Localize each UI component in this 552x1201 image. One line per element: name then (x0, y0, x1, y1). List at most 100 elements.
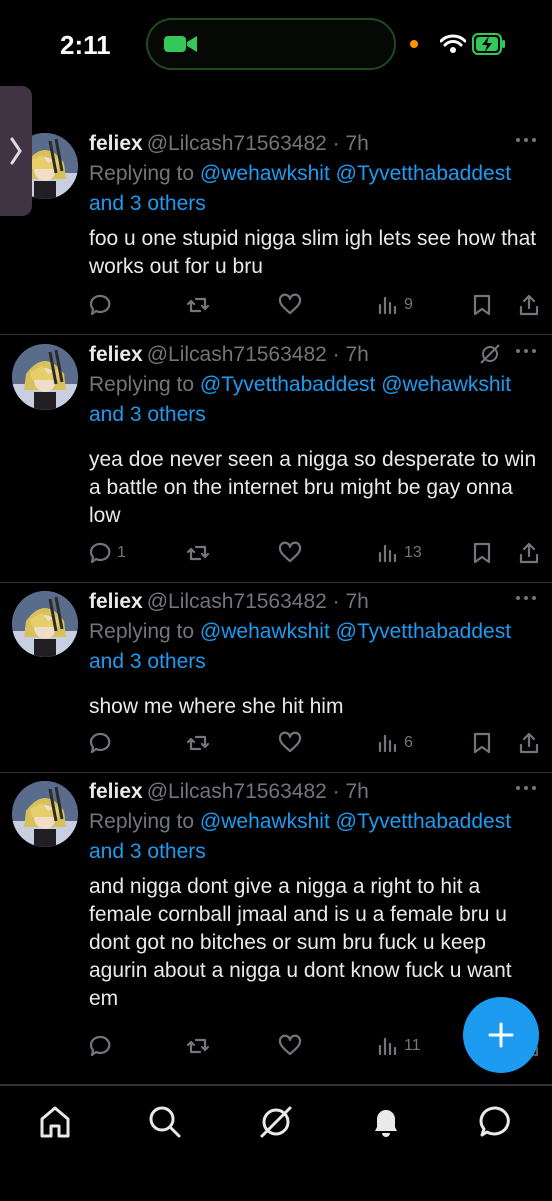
views-icon (378, 734, 397, 753)
reply-icon (89, 1035, 111, 1057)
handle-and-time: @Lilcash71563482 · 7h (146, 343, 369, 366)
like-icon (278, 541, 302, 563)
mention-link[interactable]: @Tyvetthabaddest (336, 810, 511, 833)
views-button[interactable]: 13 (376, 538, 422, 568)
reply-button[interactable] (89, 728, 117, 758)
battery-charging-icon (472, 33, 505, 55)
avatar[interactable] (12, 344, 78, 410)
like-button[interactable] (278, 538, 302, 568)
avatar-image (12, 781, 78, 847)
reply-button[interactable] (89, 1031, 117, 1061)
reply-button[interactable] (89, 290, 117, 320)
notifications-icon[interactable] (366, 1102, 406, 1142)
like-button[interactable] (278, 1031, 302, 1061)
tweet[interactable]: feliex @Lilcash71563482 · 7h Replying to @… (0, 583, 552, 773)
search-icon[interactable] (145, 1102, 185, 1142)
mention-link[interactable]: @wehawkshit (200, 162, 330, 185)
mention-link[interactable]: @wehawkshit (200, 810, 330, 833)
mention-link[interactable]: @Tyvetthabaddest (336, 620, 511, 643)
plus-icon (488, 1022, 514, 1048)
views-button[interactable]: 11 (376, 1031, 421, 1061)
views-icon (378, 544, 397, 563)
tweet-header: feliex @Lilcash71563482 · 7h (89, 129, 369, 159)
others-link[interactable]: and 3 others (89, 192, 206, 215)
bookmark-button[interactable] (470, 290, 494, 320)
facetime-call-indicator[interactable] (146, 18, 396, 70)
handle-and-time: @Lilcash71563482 · 7h (146, 132, 369, 155)
replying-to: Replying to @Tyvetthabaddest @wehawkshit… (89, 370, 541, 430)
others-link[interactable]: and 3 others (89, 840, 206, 863)
replying-to-label: Replying to (89, 620, 195, 643)
display-name[interactable]: feliex (89, 343, 143, 366)
mention-link[interactable]: @Tyvetthabaddest (336, 162, 511, 185)
view-count: 9 (404, 296, 413, 313)
views-button[interactable]: 9 (376, 290, 413, 320)
more-options-icon[interactable] (514, 135, 538, 145)
retweet-button[interactable] (186, 538, 210, 568)
mention-link[interactable]: @wehawkshit (381, 373, 511, 396)
tweet-header: feliex @Lilcash71563482 · 7h (89, 340, 369, 370)
mention-link[interactable]: @wehawkshit (200, 620, 330, 643)
reply-count: 1 (117, 544, 126, 561)
reply-icon (89, 542, 111, 564)
view-count: 11 (404, 1037, 421, 1054)
views-icon (378, 1037, 397, 1056)
share-button[interactable] (517, 728, 541, 758)
like-button[interactable] (278, 290, 302, 320)
tweet[interactable]: feliex @Lilcash71563482 · 7h Replying to @… (0, 125, 552, 335)
like-button[interactable] (278, 728, 302, 758)
share-button[interactable] (517, 290, 541, 320)
bookmark-button[interactable] (470, 538, 494, 568)
retweet-button[interactable] (186, 290, 210, 320)
bookmark-button[interactable] (470, 728, 494, 758)
views-icon (378, 296, 397, 315)
retweet-button[interactable] (186, 1031, 210, 1061)
avatar[interactable] (12, 781, 78, 847)
tweet-text: and nigga dont give a nigga a right to h… (89, 875, 512, 1010)
others-link[interactable]: and 3 others (89, 650, 206, 673)
mention-link[interactable]: @Tyvetthabaddest (200, 373, 375, 396)
tweet-actions: 9 (89, 290, 541, 320)
status-time: 2:11 (60, 30, 111, 60)
more-options-icon[interactable] (514, 783, 538, 793)
tweet-actions: 1 13 (89, 538, 541, 568)
side-drawer-handle[interactable] (0, 86, 32, 216)
avatar[interactable] (12, 591, 78, 657)
bookmark-icon (473, 542, 491, 564)
reply-button[interactable]: 1 (89, 538, 126, 568)
retweet-icon (186, 735, 210, 751)
avatar-image (12, 591, 78, 657)
grok-icon[interactable] (478, 342, 502, 366)
display-name[interactable]: feliex (89, 132, 143, 155)
display-name[interactable]: feliex (89, 780, 143, 803)
privacy-indicator (410, 40, 418, 48)
bookmark-icon (473, 732, 491, 754)
like-icon (278, 1034, 302, 1056)
tweet-text: foo u one stupid nigga slim igh lets see… (89, 227, 537, 278)
handle-and-time: @Lilcash71563482 · 7h (146, 780, 369, 803)
share-button[interactable] (517, 538, 541, 568)
more-options-icon[interactable] (514, 593, 538, 603)
messages-icon[interactable] (476, 1102, 516, 1142)
more-options-icon[interactable] (514, 346, 538, 356)
display-name[interactable]: feliex (89, 590, 143, 613)
others-link[interactable]: and 3 others (89, 403, 206, 426)
tweet[interactable]: feliex @Lilcash71563482 · 7h Replying to @… (0, 336, 552, 583)
retweet-icon (186, 297, 210, 313)
retweet-button[interactable] (186, 728, 210, 758)
replying-to-label: Replying to (89, 373, 195, 396)
tweet-text: yea doe never seen a nigga so desperate … (89, 448, 537, 527)
bottom-navigation (0, 1085, 552, 1201)
bookmark-icon (473, 294, 491, 316)
home-icon[interactable] (35, 1102, 75, 1142)
like-icon (278, 293, 302, 315)
replying-to-label: Replying to (89, 810, 195, 833)
reply-icon (89, 732, 111, 754)
compose-button[interactable] (463, 997, 539, 1073)
chevron-right-icon (10, 137, 22, 165)
share-icon (519, 542, 539, 564)
tweet-header: feliex @Lilcash71563482 · 7h (89, 587, 369, 617)
grok-icon[interactable] (256, 1102, 296, 1142)
retweet-icon (186, 545, 210, 561)
views-button[interactable]: 6 (376, 728, 413, 758)
